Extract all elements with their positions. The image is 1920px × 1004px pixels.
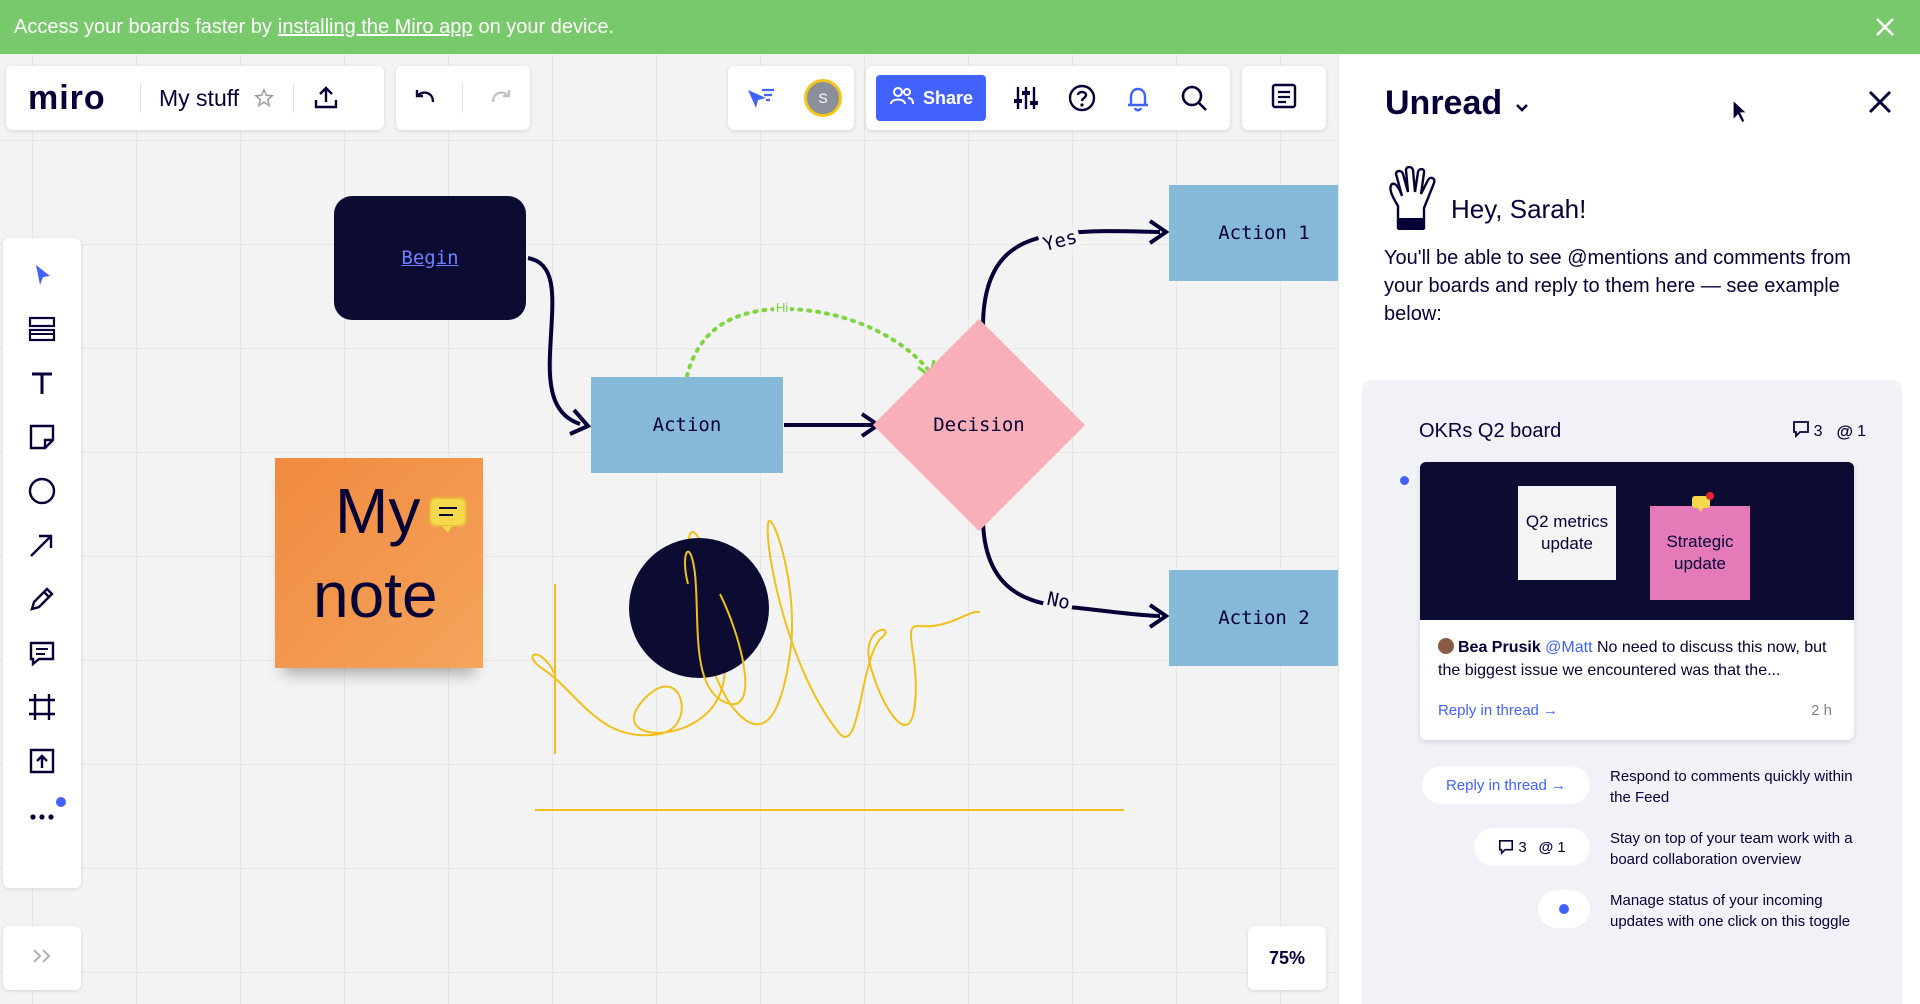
notes-panel-button[interactable] [1242,66,1326,130]
divider [293,83,295,113]
begin-link[interactable]: Begin [334,196,526,320]
feed-example-card: OKRs Q2 board 3 @ 1 Q2 metrics update St… [1362,380,1902,1004]
example-counts: 3 @ 1 [1792,420,1866,443]
expand-icon [31,947,53,970]
greeting: Hey, Sarah! [1451,194,1587,224]
sticky-note[interactable]: My note [275,458,483,668]
hi-label: Hi [774,300,791,315]
status-toggle-dot [1559,904,1569,914]
new-indicator [56,797,66,807]
more-icon[interactable] [20,793,66,837]
comment-icon[interactable] [20,631,64,675]
thumb-comment-icon [1690,492,1714,519]
avatar-initial: S [818,90,828,106]
hint-reply-text: Respond to comments quickly within the F… [1610,768,1853,806]
zoom-level: 75% [1268,947,1306,968]
close-icon[interactable] [1870,12,1900,42]
history-controls [396,66,530,130]
feed-title: Unread [1385,84,1503,122]
arrow-icon[interactable] [20,523,64,567]
cursor-pointer-icon [1731,98,1749,129]
comment-mention: @Matt [1545,639,1593,656]
avatar[interactable]: S [804,79,842,117]
divider [462,83,464,113]
redo-icon[interactable] [481,78,521,118]
hint-toggle-text: Manage status of your incoming updates w… [1610,892,1851,930]
chevron-down-icon [1514,84,1530,123]
bell-icon[interactable] [1116,76,1160,120]
left-toolbar [3,238,81,888]
example-comment-card: Q2 metrics update Strategic update Bea P… [1420,462,1854,740]
main-actions: Share [866,66,1230,130]
hint-counts-text: Stay on top of your team work with a boa… [1610,830,1853,868]
zoom-control[interactable]: 75% [1248,926,1326,990]
undo-icon[interactable] [405,78,445,118]
cursor-icon[interactable] [20,253,64,297]
example-comment: Bea Prusik @Matt No need to discuss this… [1438,636,1838,682]
app-banner: Access your boards faster by installing … [0,0,1920,54]
comment-bubble-icon[interactable] [428,496,468,533]
board-canvas[interactable]: Begin Action Decision Action 1 Action 2 … [0,54,1338,1004]
reply-in-thread-link[interactable]: Reply in thread → [1438,702,1558,719]
comment-time: 2 h [1811,702,1832,719]
close-icon[interactable] [1862,84,1898,120]
feed-intro: You'll be able to see @mentions and comm… [1384,247,1851,325]
decision-label: Decision [933,414,1025,436]
star-icon[interactable] [247,81,281,115]
notes-icon [1269,81,1299,116]
action-label: Action [652,414,722,436]
example-mention-count: 1 [1857,422,1866,440]
banner-text: Access your boards faster by [14,15,272,38]
hint-reply-pill-text: Reply in thread → [1445,776,1567,794]
search-icon[interactable] [1172,76,1216,120]
comment-icon [1499,839,1514,855]
sticky-note-line1: My [335,475,421,547]
hint-mention-count: 1 [1557,838,1566,856]
upload-icon[interactable] [306,78,346,118]
circle-icon[interactable] [20,469,64,513]
example-thumbnail: Q2 metrics update Strategic update [1420,462,1854,620]
settings-sliders-icon[interactable] [1004,76,1048,120]
example-comment-count: 3 [1813,422,1823,440]
upload-tool-icon[interactable] [20,739,64,783]
templates-icon[interactable] [20,307,64,351]
mention-icon: @ [1836,421,1854,441]
share-people-icon [889,86,915,111]
install-app-link[interactable]: installing the Miro app [278,16,473,39]
filter-icon[interactable] [740,78,780,118]
share-label: Share [922,87,974,108]
author-avatar [1438,638,1454,654]
thumb-note-strategic: Strategic update [1650,506,1750,600]
miro-logo[interactable]: miro [28,79,128,118]
hint-reply-pill: Reply in thread → [1422,766,1590,804]
hint-counts-pill: 3 @ 1 [1474,828,1590,866]
frame-icon[interactable] [20,685,64,729]
action1-label: Action 1 [1218,222,1310,244]
wave-hand-icon [1384,165,1438,237]
help-icon[interactable] [1060,76,1104,120]
divider [140,83,141,113]
sticky-note-line2: note [313,559,438,631]
expand-panel-button[interactable] [3,926,81,990]
board-name[interactable]: My stuff [159,85,239,112]
comment-author: Bea Prusik [1458,639,1541,656]
hello-overlay [684,550,747,706]
thumb-note-q2: Q2 metrics update [1518,486,1616,580]
action2-label: Action 2 [1218,607,1310,629]
hint-toggle-pill [1538,890,1590,928]
hint-comment-count: 3 [1518,838,1527,856]
text-icon[interactable] [20,361,64,405]
mention-icon: @ [1538,838,1554,856]
feed-panel: Unread Hey, Sarah! You'll be able to see… [1338,54,1920,1004]
comment-icon [1792,420,1810,443]
share-button[interactable]: Share [876,75,986,121]
sticky-note-icon[interactable] [20,415,64,459]
example-board-name: OKRs Q2 board [1419,420,1562,442]
collab-controls: S [728,66,854,130]
banner-text-end: on your device. [478,15,615,38]
unread-dot [1400,476,1409,485]
feed-filter-dropdown[interactable]: Unread [1385,84,1530,123]
board-header: miro My stuff [6,66,384,130]
pen-icon[interactable] [20,577,64,621]
